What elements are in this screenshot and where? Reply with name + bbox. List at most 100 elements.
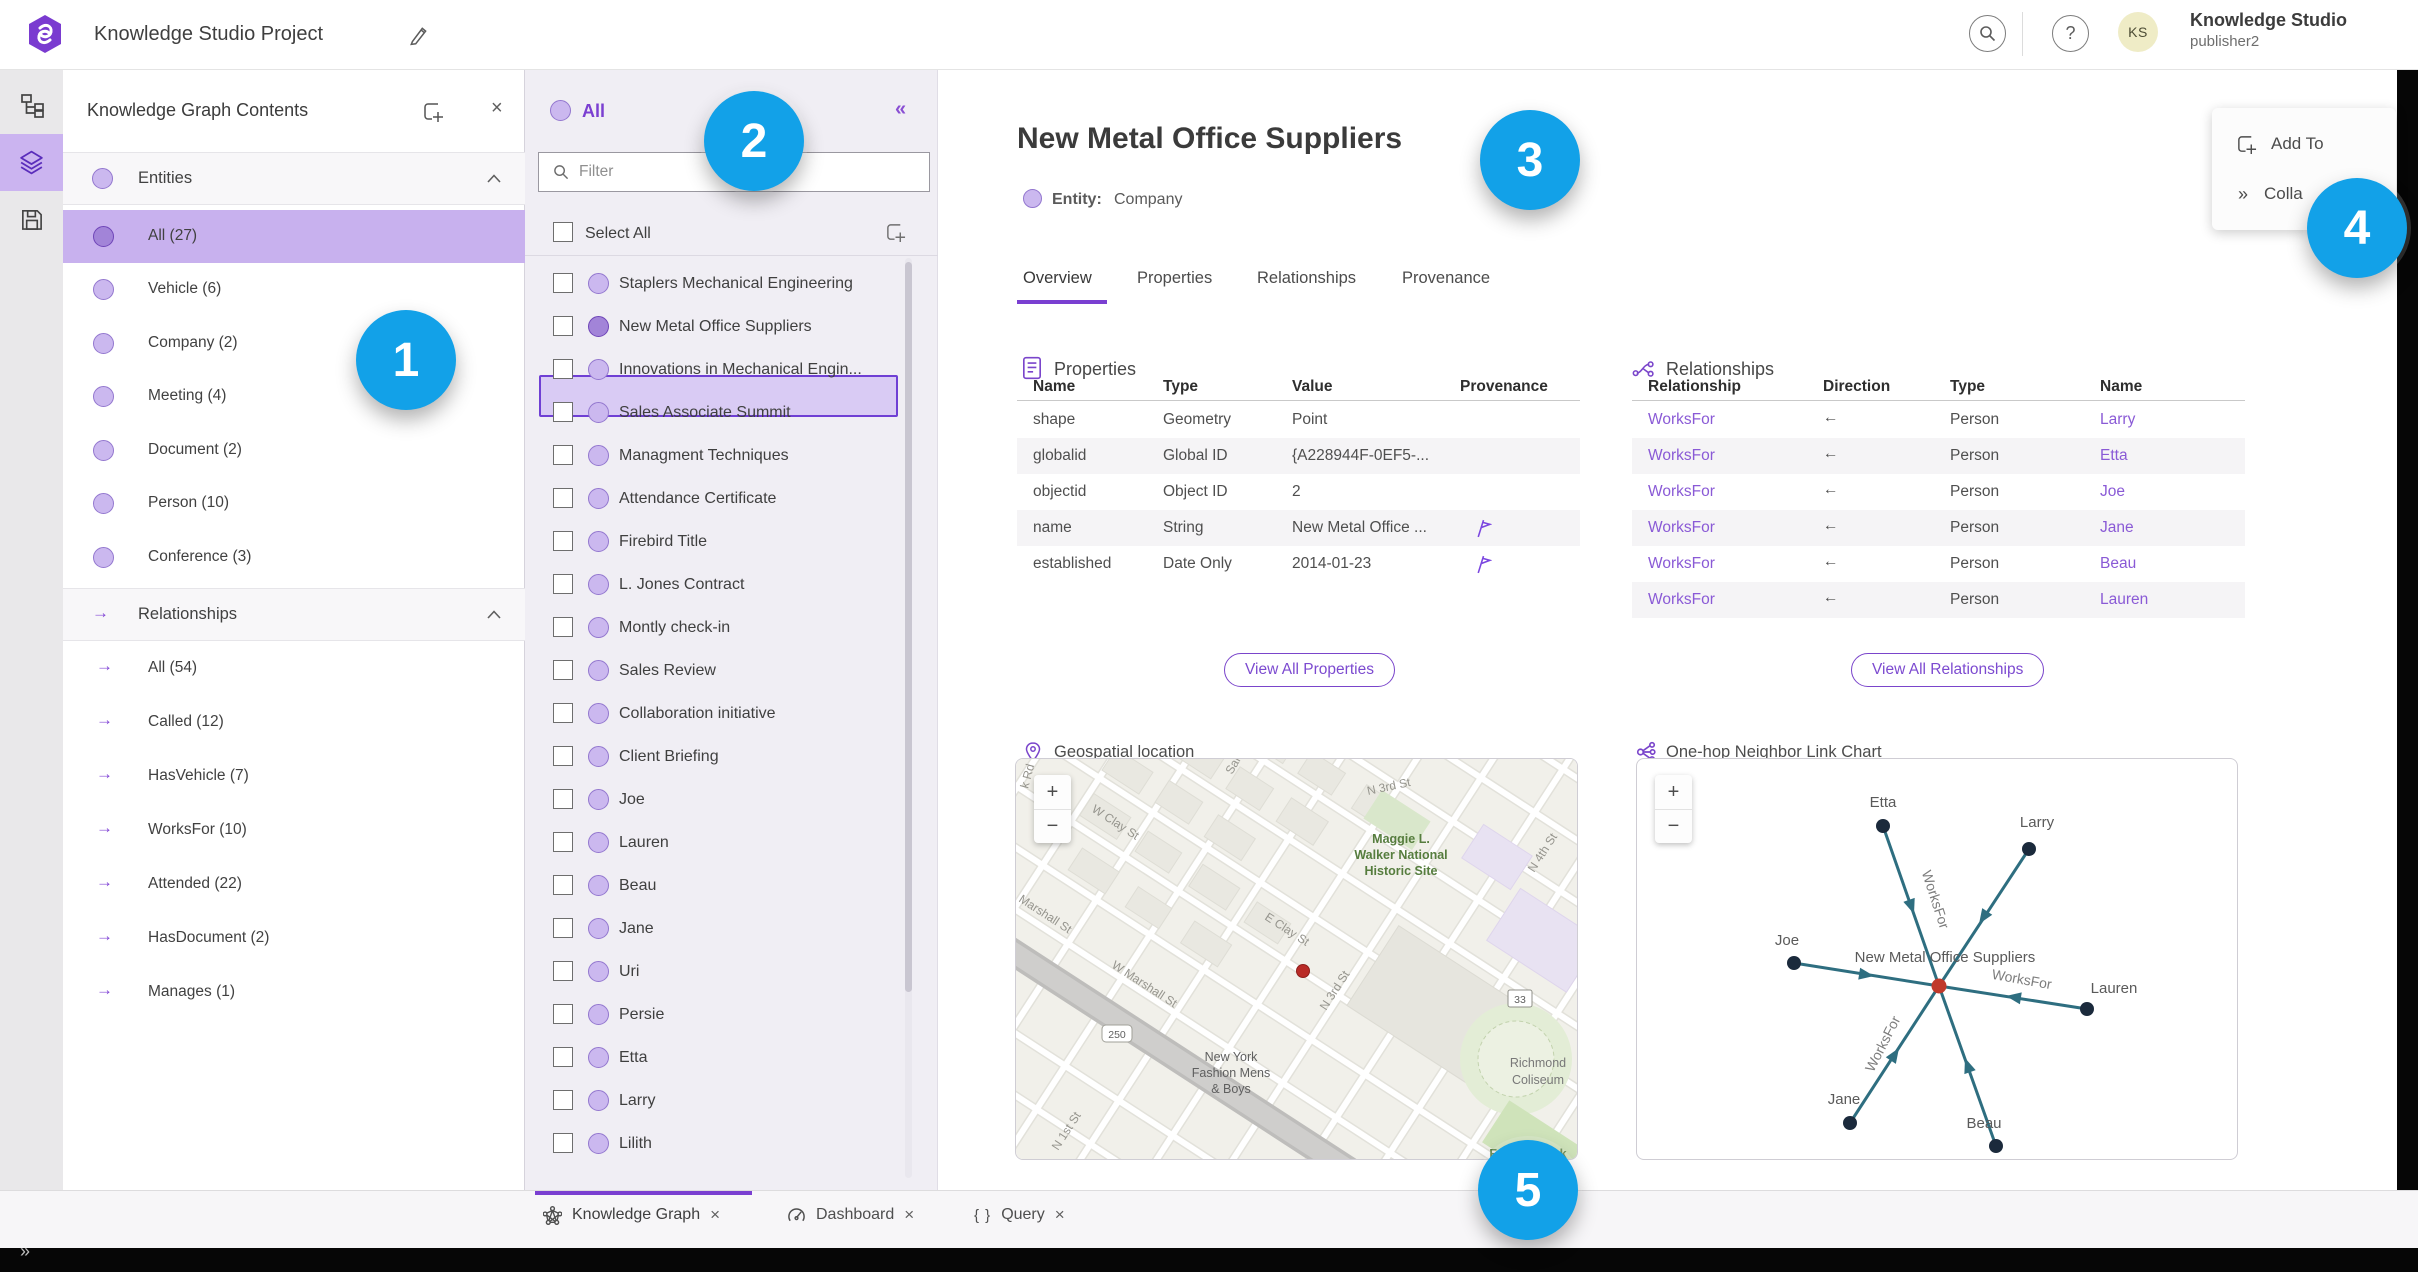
- item-checkbox[interactable]: [553, 918, 573, 938]
- item-checkbox[interactable]: [553, 746, 573, 766]
- sidebar-item-entities-person[interactable]: Person (10): [63, 477, 525, 530]
- list-item[interactable]: Lauren: [525, 821, 938, 864]
- add-to-new-icon[interactable]: [422, 101, 444, 123]
- relationship-link[interactable]: WorksFor: [1648, 555, 1715, 573]
- sidebar-item-relationships-attended[interactable]: → Attended (22): [63, 858, 525, 911]
- list-item[interactable]: Staplers Mechanical Engineering: [525, 262, 938, 305]
- zoom-in-button[interactable]: +: [1655, 775, 1692, 809]
- list-item[interactable]: Larry: [525, 1079, 938, 1122]
- list-item[interactable]: L. Jones Contract: [525, 563, 938, 606]
- item-checkbox[interactable]: [553, 359, 573, 379]
- chart-node-lauren[interactable]: [2080, 1002, 2094, 1016]
- relationship-link[interactable]: WorksFor: [1648, 411, 1715, 429]
- chart-node-etta[interactable]: [1876, 819, 1890, 833]
- sidebar-item-relationships-worksfor[interactable]: → WorksFor (10): [63, 804, 525, 857]
- zoom-out-button[interactable]: −: [1655, 809, 1692, 843]
- item-checkbox[interactable]: [553, 1133, 573, 1153]
- list-item[interactable]: Attendance Certificate: [525, 477, 938, 520]
- list-item[interactable]: Jane: [525, 907, 938, 950]
- item-checkbox[interactable]: [553, 660, 573, 680]
- tab-provenance[interactable]: Provenance: [1402, 269, 1490, 288]
- entity-link[interactable]: Etta: [2100, 447, 2128, 465]
- list-item[interactable]: Lilith: [525, 1122, 938, 1165]
- relationship-link[interactable]: WorksFor: [1648, 447, 1715, 465]
- item-checkbox[interactable]: [553, 617, 573, 637]
- list-item[interactable]: Client Briefing: [525, 735, 938, 778]
- tab-relationships[interactable]: Relationships: [1257, 269, 1356, 288]
- entity-link[interactable]: Larry: [2100, 411, 2135, 429]
- sidebar-item-layers[interactable]: [0, 134, 63, 191]
- item-checkbox[interactable]: [553, 1047, 573, 1067]
- close-tab-icon[interactable]: ×: [1055, 1205, 1065, 1225]
- chart-node-joe[interactable]: [1787, 956, 1801, 970]
- relationship-link[interactable]: WorksFor: [1648, 519, 1715, 537]
- expand-sidebar-icon[interactable]: »: [20, 1241, 30, 1262]
- item-checkbox[interactable]: [553, 875, 573, 895]
- list-item[interactable]: Firebird Title: [525, 520, 938, 563]
- sidebar-item-entities-document[interactable]: Document (2): [63, 424, 525, 477]
- provenance-flag-icon[interactable]: [1475, 518, 1492, 538]
- list-item[interactable]: Sales Associate Summit: [525, 391, 938, 434]
- sidebar-item-relationships-manages[interactable]: → Manages (1): [63, 966, 525, 1019]
- item-checkbox[interactable]: [553, 273, 573, 293]
- entity-link[interactable]: Joe: [2100, 483, 2125, 501]
- sidebar-item-relationships-hasdocument[interactable]: → HasDocument (2): [63, 912, 525, 965]
- sidebar-item-entities-all[interactable]: All (27): [63, 210, 525, 263]
- add-to-new-icon[interactable]: [885, 222, 906, 243]
- sidebar-item-hierarchy[interactable]: [0, 77, 63, 134]
- entity-link[interactable]: Lauren: [2100, 591, 2148, 609]
- help-button[interactable]: ?: [2052, 15, 2089, 52]
- sidebar-item-entities-conference[interactable]: Conference (3): [63, 531, 525, 584]
- close-tab-icon[interactable]: ×: [710, 1205, 720, 1225]
- tab-knowledge-graph[interactable]: Knowledge Graph ×: [543, 1205, 720, 1225]
- chart-node-center[interactable]: [1931, 978, 1947, 994]
- link-chart[interactable]: Etta Larry Joe Lauren Jane Beau New Meta…: [1636, 758, 2238, 1160]
- sidebar-item-entities-meeting[interactable]: Meeting (4): [63, 370, 525, 423]
- list-item[interactable]: Beau: [525, 864, 938, 907]
- item-checkbox[interactable]: [553, 531, 573, 551]
- list-item[interactable]: Managment Techniques: [525, 434, 938, 477]
- item-checkbox[interactable]: [553, 574, 573, 594]
- collapse-panel-icon[interactable]: «: [895, 98, 906, 121]
- close-panel-icon[interactable]: ×: [491, 97, 503, 120]
- add-to-menu-item[interactable]: Add To: [2212, 124, 2396, 164]
- relationships-section-header[interactable]: → Relationships: [63, 588, 525, 641]
- item-checkbox[interactable]: [553, 703, 573, 723]
- list-item[interactable]: Collaboration initiative: [525, 692, 938, 735]
- item-checkbox[interactable]: [553, 445, 573, 465]
- provenance-flag-icon[interactable]: [1475, 554, 1492, 574]
- avatar[interactable]: KS: [2118, 12, 2158, 52]
- relationship-link[interactable]: WorksFor: [1648, 483, 1715, 501]
- sidebar-item-relationships-all[interactable]: → All (54): [63, 642, 525, 695]
- geospatial-map[interactable]: W Clay St E Clay St Marshall St W Marsha…: [1015, 758, 1578, 1160]
- list-item[interactable]: Etta: [525, 1036, 938, 1079]
- item-checkbox[interactable]: [553, 316, 573, 336]
- zoom-in-button[interactable]: +: [1034, 775, 1071, 809]
- close-tab-icon[interactable]: ×: [904, 1205, 914, 1225]
- item-checkbox[interactable]: [553, 1090, 573, 1110]
- list-item-selected[interactable]: New Metal Office Suppliers: [525, 305, 938, 348]
- list-item[interactable]: Joe: [525, 778, 938, 821]
- chart-node-beau[interactable]: [1989, 1139, 2003, 1153]
- list-item[interactable]: Sales Review: [525, 649, 938, 692]
- chart-node-jane[interactable]: [1843, 1116, 1857, 1130]
- view-all-relationships-button[interactable]: View All Relationships: [1851, 653, 2045, 687]
- chart-node-larry[interactable]: [2022, 842, 2036, 856]
- sidebar-item-save[interactable]: [0, 191, 63, 248]
- tab-query[interactable]: { } Query ×: [974, 1205, 1065, 1225]
- relationship-link[interactable]: WorksFor: [1648, 591, 1715, 609]
- entity-link[interactable]: Jane: [2100, 519, 2134, 537]
- view-all-properties-button[interactable]: View All Properties: [1224, 653, 1395, 687]
- tab-dashboard[interactable]: Dashboard ×: [787, 1205, 914, 1225]
- sidebar-item-relationships-hasvehicle[interactable]: → HasVehicle (7): [63, 750, 525, 803]
- list-item[interactable]: Innovations in Mechanical Engin...: [525, 348, 938, 391]
- list-item[interactable]: Persie: [525, 993, 938, 1036]
- item-checkbox[interactable]: [553, 832, 573, 852]
- zoom-out-button[interactable]: −: [1034, 809, 1071, 843]
- scrollbar-thumb[interactable]: [905, 262, 912, 992]
- sidebar-item-entities-vehicle[interactable]: Vehicle (6): [63, 263, 525, 316]
- entity-link[interactable]: Beau: [2100, 555, 2136, 573]
- tab-properties[interactable]: Properties: [1137, 269, 1212, 288]
- item-checkbox[interactable]: [553, 789, 573, 809]
- item-checkbox[interactable]: [553, 488, 573, 508]
